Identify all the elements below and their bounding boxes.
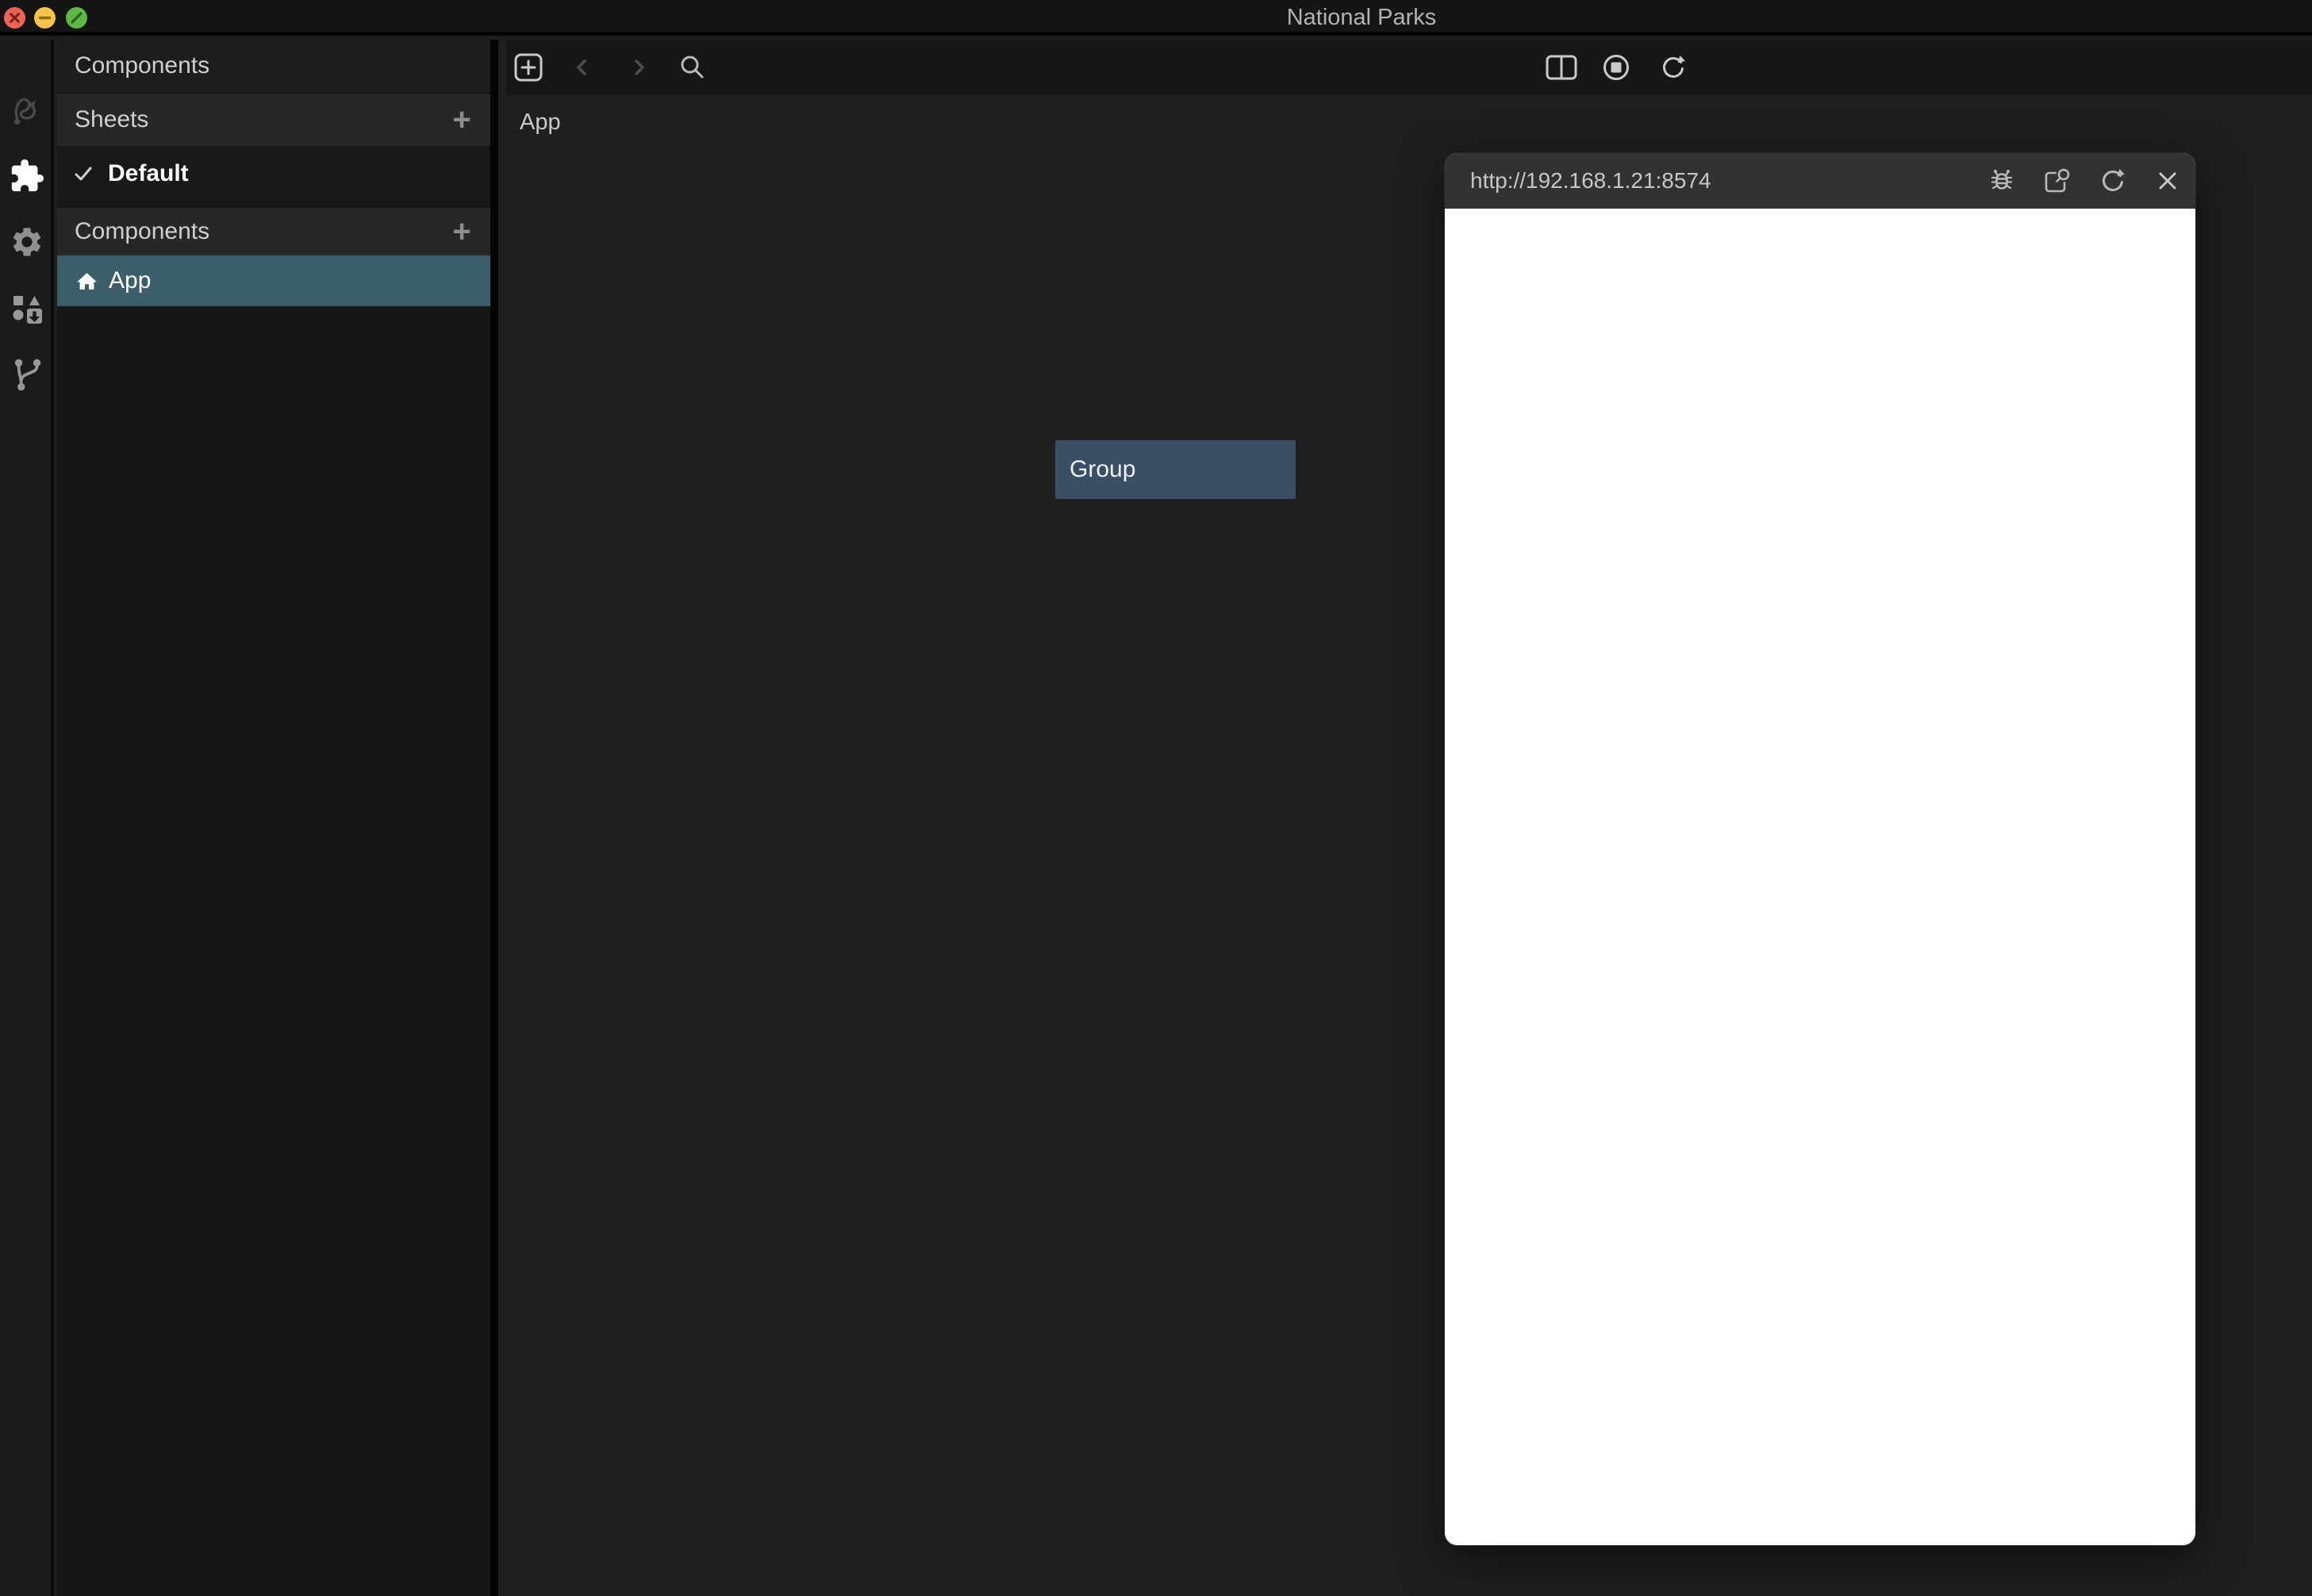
titlebar: National Parks [0, 0, 2312, 36]
close-window-button[interactable] [4, 7, 25, 29]
refresh-icon [1659, 53, 1688, 82]
sheet-item-label: Default [108, 160, 189, 187]
search-button[interactable] [679, 54, 706, 81]
inspect-page-button[interactable] [2041, 166, 2072, 196]
shapes-icon [10, 292, 44, 327]
close-icon [4, 7, 25, 29]
puzzle-icon [9, 158, 45, 194]
activity-version-control-button[interactable] [0, 350, 54, 397]
activity-components-button[interactable] [0, 152, 54, 200]
split-view-button[interactable] [1545, 52, 1578, 83]
preview-url-field[interactable]: http://192.168.1.21:8574 [1470, 153, 1711, 209]
sidebar: Components Sheets + Default Components +… [57, 40, 498, 1596]
stop-icon [1602, 53, 1630, 82]
back-button[interactable] [572, 57, 593, 78]
group-widget[interactable]: Group [1055, 440, 1296, 499]
maximize-icon [66, 7, 87, 29]
debug-icon [1987, 167, 2016, 195]
close-preview-button[interactable] [2154, 167, 2181, 194]
minimize-window-button[interactable] [34, 7, 56, 29]
activity-settings-button[interactable] [0, 218, 54, 266]
home-icon [76, 271, 98, 291]
sheets-section-label: Sheets [75, 106, 148, 133]
refresh-icon [2099, 167, 2127, 195]
design-canvas: App Group http://192.168.1.21:8574 [506, 95, 2312, 1596]
sheet-item-default[interactable]: Default [57, 146, 490, 201]
stop-button[interactable] [1602, 53, 1630, 82]
gear-icon [10, 224, 44, 259]
reload-preview-button[interactable] [1659, 53, 1688, 82]
branch-icon [9, 355, 45, 392]
sidebar-header-label: Components [75, 52, 209, 79]
preview-content [1445, 209, 2195, 1545]
add-component-button[interactable]: + [444, 216, 479, 247]
components-section-header: Components + [57, 208, 490, 255]
close-icon [2154, 167, 2181, 194]
component-item-app[interactable]: App [57, 255, 490, 306]
activity-widgets-button[interactable] [0, 286, 54, 333]
inspect-page-icon [2041, 166, 2072, 196]
maximize-window-button[interactable] [66, 7, 87, 29]
forward-icon [628, 57, 649, 78]
add-component-icon [514, 53, 543, 82]
preview-header: http://192.168.1.21:8574 [1445, 153, 2195, 209]
forward-button[interactable] [628, 57, 649, 78]
route-icon [10, 93, 44, 126]
search-icon [679, 54, 706, 81]
canvas-toolbar [506, 40, 2312, 95]
component-item-label: App [109, 267, 151, 294]
window-title: National Parks [1287, 0, 1437, 36]
add-sheet-button[interactable]: + [444, 104, 479, 136]
debug-button[interactable] [1987, 167, 2016, 195]
group-widget-label: Group [1070, 456, 1135, 483]
sidebar-header: Components [57, 40, 490, 92]
activity-bar [0, 40, 54, 1596]
minimize-icon [34, 7, 56, 29]
check-icon [73, 163, 94, 184]
back-icon [572, 57, 593, 78]
breadcrumb[interactable]: App [520, 109, 561, 136]
sheets-section-header: Sheets + [57, 94, 490, 146]
split-view-icon [1545, 52, 1578, 83]
add-widget-button[interactable] [514, 53, 543, 82]
preview-window: http://192.168.1.21:8574 [1445, 153, 2195, 1545]
refresh-preview-button[interactable] [2099, 167, 2127, 195]
app-window: National Parks [0, 0, 2312, 1596]
components-section-label: Components [75, 218, 209, 245]
activity-route-button[interactable] [0, 86, 54, 133]
